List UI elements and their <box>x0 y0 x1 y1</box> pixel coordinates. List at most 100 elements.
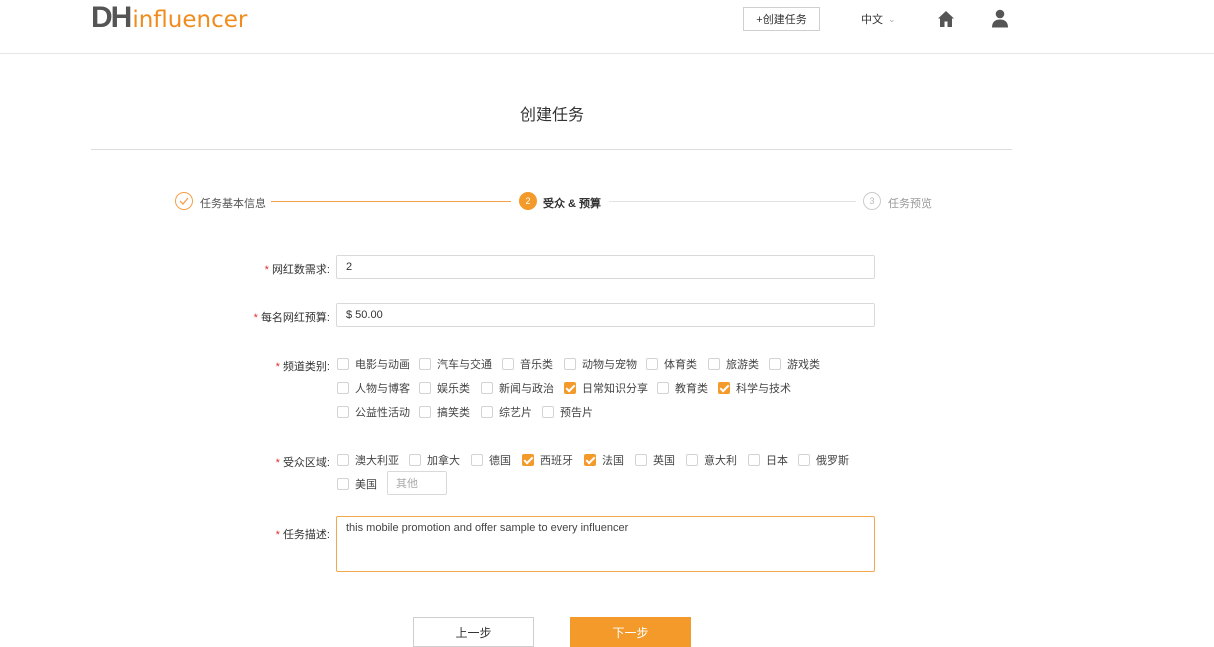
description-label-text: 任务描述: <box>282 529 330 541</box>
channel-checkbox[interactable] <box>657 382 669 394</box>
required-mark: * <box>264 264 269 276</box>
region-option[interactable]: 德国 <box>471 453 511 467</box>
logo-influencer-text: influencer <box>132 7 248 33</box>
step-3-number: 3 <box>863 192 881 210</box>
region-checkbox[interactable] <box>471 454 483 466</box>
region-checkbox[interactable] <box>409 454 421 466</box>
region-checkbox[interactable] <box>748 454 760 466</box>
region-option-label: 西班牙 <box>540 455 573 467</box>
channel-option[interactable]: 人物与博客 <box>337 381 410 395</box>
channel-checkbox[interactable] <box>337 358 349 370</box>
channel-option-label: 娱乐类 <box>437 383 470 395</box>
channel-checkbox[interactable] <box>337 406 349 418</box>
region-option[interactable]: 俄罗斯 <box>798 453 849 467</box>
step-1-check-icon <box>175 192 193 210</box>
create-task-button[interactable]: +创建任务 <box>743 7 820 31</box>
region-option-label: 俄罗斯 <box>816 455 849 467</box>
channel-option[interactable]: 公益性活动 <box>337 405 410 419</box>
region-checkbox[interactable] <box>635 454 647 466</box>
channel-option[interactable]: 综艺片 <box>481 405 532 419</box>
channel-option-label: 日常知识分享 <box>582 383 648 395</box>
top-header: DH influencer +创建任务 中文 ⌄ <box>0 0 1214 54</box>
logo[interactable]: DH influencer <box>91 3 247 33</box>
channel-option[interactable]: 教育类 <box>657 381 708 395</box>
channel-option-label: 游戏类 <box>787 359 820 371</box>
channel-checkbox[interactable] <box>769 358 781 370</box>
channel-option[interactable]: 汽车与交通 <box>419 357 492 371</box>
required-mark: * <box>275 361 280 373</box>
channel-checkbox[interactable] <box>542 406 554 418</box>
region-option-label: 意大利 <box>704 455 737 467</box>
influencer-count-input[interactable]: 2 <box>336 255 875 279</box>
logo-dh-text: DH <box>91 1 132 34</box>
channel-checkbox[interactable] <box>564 382 576 394</box>
channel-option-label: 电影与动画 <box>355 359 410 371</box>
channel-option[interactable]: 科学与技术 <box>718 381 791 395</box>
chevron-down-icon: ⌄ <box>888 13 896 24</box>
channel-option[interactable]: 音乐类 <box>502 357 553 371</box>
region-option-label: 加拿大 <box>427 455 460 467</box>
channel-option[interactable]: 日常知识分享 <box>564 381 648 395</box>
channel-option-label: 搞笑类 <box>437 407 470 419</box>
region-option[interactable]: 澳大利亚 <box>337 453 399 467</box>
influencer-count-label: * 网红数需求: <box>0 261 330 277</box>
influencer-count-label-text: 网红数需求: <box>271 264 330 276</box>
channel-option[interactable]: 旅游类 <box>708 357 759 371</box>
region-option[interactable]: 意大利 <box>686 453 737 467</box>
region-checkbox[interactable] <box>584 454 596 466</box>
channel-option[interactable]: 体育类 <box>646 357 697 371</box>
channel-checkbox[interactable] <box>337 382 349 394</box>
region-option[interactable]: 日本 <box>748 453 788 467</box>
region-checkbox[interactable] <box>798 454 810 466</box>
channel-checkbox[interactable] <box>718 382 730 394</box>
channel-checkbox[interactable] <box>481 382 493 394</box>
user-icon[interactable] <box>991 9 1009 28</box>
budget-input[interactable]: $ 50.00 <box>336 303 875 327</box>
step-3-label: 任务预览 <box>888 198 932 210</box>
channel-checkbox[interactable] <box>646 358 658 370</box>
channel-label-text: 频道类别: <box>282 361 330 373</box>
channel-checkbox[interactable] <box>481 406 493 418</box>
budget-label: * 每名网红预算: <box>0 309 330 325</box>
region-option-label: 德国 <box>489 455 511 467</box>
description-textarea[interactable]: this mobile promotion and offer sample t… <box>336 516 875 572</box>
region-option[interactable]: 加拿大 <box>409 453 460 467</box>
channel-checkbox[interactable] <box>419 358 431 370</box>
budget-label-text: 每名网红预算: <box>260 312 330 324</box>
channel-option[interactable]: 预告片 <box>542 405 593 419</box>
channel-option[interactable]: 电影与动画 <box>337 357 410 371</box>
region-option[interactable]: 英国 <box>635 453 675 467</box>
region-option[interactable]: 西班牙 <box>522 453 573 467</box>
region-checkbox[interactable] <box>686 454 698 466</box>
region-option-label: 法国 <box>602 455 624 467</box>
channel-option[interactable]: 娱乐类 <box>419 381 470 395</box>
description-label: * 任务描述: <box>0 526 330 542</box>
channel-option-label: 人物与博客 <box>355 383 410 395</box>
channel-checkbox[interactable] <box>419 406 431 418</box>
step-1-label: 任务基本信息 <box>200 198 266 210</box>
region-checkbox[interactable] <box>522 454 534 466</box>
channel-checkbox[interactable] <box>564 358 576 370</box>
region-label: * 受众区域: <box>0 454 330 470</box>
channel-option-label: 教育类 <box>675 383 708 395</box>
channel-option-label: 动物与宠物 <box>582 359 637 371</box>
channel-checkbox[interactable] <box>502 358 514 370</box>
channel-option-label: 旅游类 <box>726 359 759 371</box>
channel-option[interactable]: 动物与宠物 <box>564 357 637 371</box>
region-option[interactable]: 法国 <box>584 453 624 467</box>
channel-option[interactable]: 搞笑类 <box>419 405 470 419</box>
next-step-button[interactable]: 下一步 <box>570 617 691 647</box>
channel-checkbox[interactable] <box>419 382 431 394</box>
home-icon[interactable] <box>937 10 955 28</box>
region-checkbox[interactable] <box>337 454 349 466</box>
language-selector[interactable]: 中文 ⌄ <box>861 11 896 27</box>
channel-option-label: 新闻与政治 <box>499 383 554 395</box>
other-region-input[interactable]: 其他 <box>387 471 447 495</box>
region-checkbox[interactable] <box>337 478 349 490</box>
region-option[interactable]: 美国 <box>337 477 377 491</box>
channel-option[interactable]: 游戏类 <box>769 357 820 371</box>
channel-option[interactable]: 新闻与政治 <box>481 381 554 395</box>
channel-checkbox[interactable] <box>708 358 720 370</box>
prev-step-button[interactable]: 上一步 <box>413 617 534 647</box>
channel-option-label: 公益性活动 <box>355 407 410 419</box>
